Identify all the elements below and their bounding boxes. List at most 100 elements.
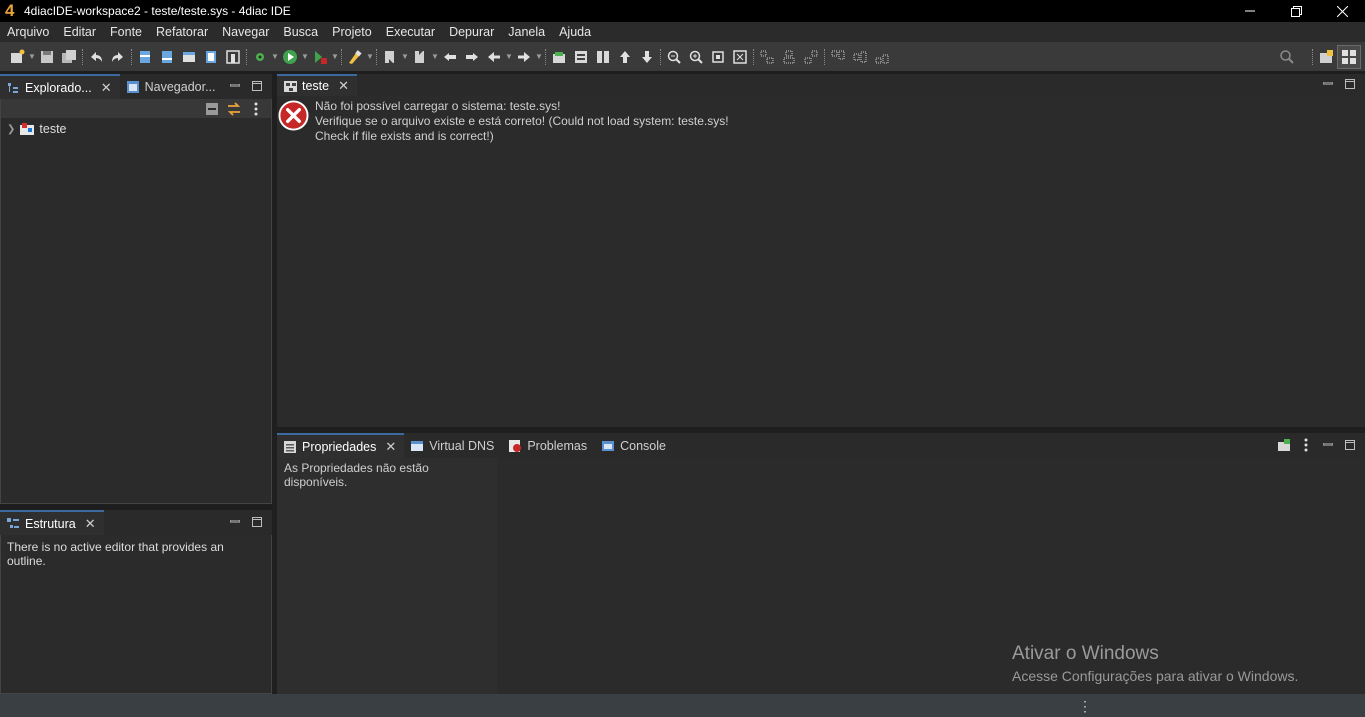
tab-editor-teste[interactable]: teste ✕ <box>277 74 358 96</box>
save-all-icon[interactable] <box>58 46 80 68</box>
restore-button[interactable] <box>1273 0 1319 22</box>
menu-editar[interactable]: Editar <box>56 22 103 42</box>
new-application-icon[interactable] <box>570 46 592 68</box>
align-left-icon[interactable] <box>756 46 778 68</box>
menu-fonte[interactable]: Fonte <box>103 22 149 42</box>
tab-virtual-dns[interactable]: Virtual DNS <box>404 433 502 458</box>
view-menu-icon[interactable] <box>1295 438 1317 452</box>
zoom-fit-icon[interactable] <box>729 46 751 68</box>
save-icon[interactable] <box>36 46 58 68</box>
external-tools-icon[interactable] <box>309 46 331 68</box>
next-annotation-icon[interactable] <box>379 46 401 68</box>
status-grip-icon[interactable]: ⋮ <box>1078 698 1092 715</box>
link-with-editor-icon[interactable] <box>223 98 245 120</box>
forward-dropdown-icon[interactable]: ▼ <box>535 52 543 61</box>
highlight-icon[interactable] <box>344 46 366 68</box>
minimize-panel-icon[interactable] <box>224 515 246 529</box>
subapp-type-icon[interactable] <box>222 46 244 68</box>
chevron-right-icon[interactable]: ❯ <box>7 124 15 135</box>
window-controls <box>1227 0 1365 22</box>
menu-executar[interactable]: Executar <box>379 22 442 42</box>
composite-type-icon[interactable] <box>178 46 200 68</box>
back-dropdown-icon[interactable]: ▼ <box>505 52 513 61</box>
tab-label: Console <box>620 438 666 453</box>
menu-busca[interactable]: Busca <box>276 22 325 42</box>
menu-depurar[interactable]: Depurar <box>442 22 501 42</box>
menu-projeto[interactable]: Projeto <box>325 22 379 42</box>
minimize-button[interactable] <box>1227 0 1273 22</box>
maximize-panel-icon[interactable] <box>246 515 268 529</box>
tab-system-explorer[interactable]: Explorado... ✕ <box>0 74 120 99</box>
menu-arquivo[interactable]: Arquivo <box>0 22 56 42</box>
minimize-panel-icon[interactable] <box>1317 438 1339 452</box>
pin-view-icon[interactable] <box>1273 438 1295 452</box>
menu-navegar[interactable]: Navegar <box>215 22 276 42</box>
new-icon[interactable] <box>6 46 28 68</box>
run-dropdown-icon[interactable]: ▼ <box>301 52 309 61</box>
search-icon[interactable] <box>1276 46 1298 68</box>
error-message: Não foi possível carregar o sistema: tes… <box>315 99 729 144</box>
view-menu-icon[interactable] <box>245 98 267 120</box>
back-icon[interactable] <box>483 46 505 68</box>
adapter-type-icon[interactable] <box>156 46 178 68</box>
undo-icon[interactable] <box>85 46 107 68</box>
minimize-panel-icon[interactable] <box>224 79 246 93</box>
external-tools-dropdown-icon[interactable]: ▼ <box>331 52 339 61</box>
close-tab-icon[interactable]: ✕ <box>385 439 396 455</box>
redo-icon[interactable] <box>107 46 129 68</box>
align-center-icon[interactable] <box>778 46 800 68</box>
new-resource-icon[interactable] <box>592 46 614 68</box>
zoom-actual-icon[interactable] <box>707 46 729 68</box>
close-button[interactable] <box>1319 0 1365 22</box>
properties-left-pane: As Propriedades não estão disponíveis. <box>277 458 497 694</box>
align-middle-icon[interactable] <box>849 46 871 68</box>
tab-outline[interactable]: Estrutura ✕ <box>0 510 104 535</box>
align-top-icon[interactable] <box>827 46 849 68</box>
new-dropdown-icon[interactable]: ▼ <box>28 52 36 61</box>
perspective-4diac-button[interactable] <box>1337 45 1361 69</box>
debug-dropdown-icon[interactable]: ▼ <box>271 52 279 61</box>
maximize-panel-icon[interactable] <box>1339 77 1361 91</box>
maximize-panel-icon[interactable] <box>246 79 268 93</box>
run-icon[interactable] <box>279 46 301 68</box>
minimize-panel-icon[interactable] <box>1317 77 1339 91</box>
minimize-icon <box>1245 10 1255 12</box>
menu-ajuda[interactable]: Ajuda <box>552 22 598 42</box>
fb-type-icon[interactable] <box>134 46 156 68</box>
highlight-dropdown-icon[interactable]: ▼ <box>366 52 374 61</box>
zoom-out-icon[interactable] <box>663 46 685 68</box>
tab-label: Estrutura <box>25 516 76 531</box>
tab-console[interactable]: Console <box>595 433 674 458</box>
forward-icon[interactable] <box>513 46 535 68</box>
tab-properties[interactable]: Propriedades ✕ <box>277 433 405 458</box>
align-right-icon[interactable] <box>800 46 822 68</box>
open-perspective-icon[interactable] <box>1315 46 1337 68</box>
move-up-icon[interactable] <box>614 46 636 68</box>
tab-navigator[interactable]: Navegador... <box>120 74 224 99</box>
toolbar-separator <box>341 48 342 65</box>
move-down-icon[interactable] <box>636 46 658 68</box>
next-annotation-dropdown-icon[interactable]: ▼ <box>401 52 409 61</box>
prev-annotation-icon[interactable] <box>409 46 431 68</box>
tab-label: Propriedades <box>302 439 377 454</box>
tab-problems[interactable]: Problemas <box>502 433 595 458</box>
collapse-all-icon[interactable] <box>201 98 223 120</box>
menu-refatorar[interactable]: Refatorar <box>149 22 215 42</box>
debug-icon[interactable] <box>249 46 271 68</box>
align-bottom-icon[interactable] <box>871 46 893 68</box>
menu-janela[interactable]: Janela <box>501 22 552 42</box>
basic-type-icon[interactable] <box>200 46 222 68</box>
close-tab-icon[interactable]: ✕ <box>85 516 96 532</box>
zoom-in-icon[interactable] <box>685 46 707 68</box>
prev-annotation-dropdown-icon[interactable]: ▼ <box>431 52 439 61</box>
forward-edit-icon[interactable] <box>461 46 483 68</box>
close-tab-icon[interactable]: ✕ <box>101 80 112 96</box>
tree-item-teste[interactable]: ❯ teste <box>7 122 67 136</box>
close-tab-icon[interactable]: ✕ <box>338 78 349 94</box>
last-edit-icon[interactable] <box>439 46 461 68</box>
toolbar-separator <box>660 48 661 65</box>
new-system-icon[interactable] <box>548 46 570 68</box>
maximize-panel-icon[interactable] <box>1339 438 1361 452</box>
editor-tabbar: teste ✕ <box>277 74 1365 96</box>
error-icon <box>278 100 309 131</box>
